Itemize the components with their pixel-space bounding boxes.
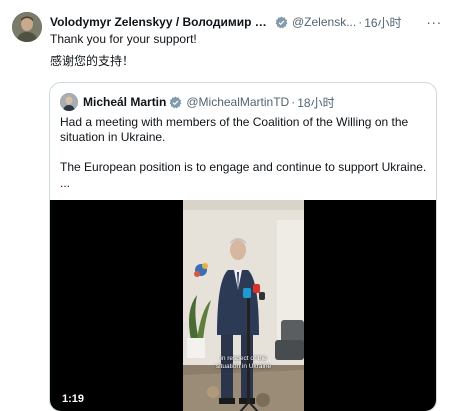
tweet-header: Volodymyr Zelenskyy / Володимир Зел... @… (50, 13, 442, 31)
quoted-text-para1: Had a meeting with members of the Coalit… (60, 115, 409, 144)
author-handle[interactable]: @Zelensk... (292, 15, 356, 29)
quoted-text-ellipsis: ... (60, 176, 71, 190)
video-player[interactable]: in respect of the situation in Ukraine 1… (50, 200, 436, 411)
video-duration: 1:19 (62, 393, 85, 405)
more-icon[interactable]: ··· (426, 14, 442, 30)
quoted-author-name[interactable]: Micheál Martin (83, 95, 166, 109)
tweet-text-line2: 感谢您的支持！ (50, 54, 135, 68)
quoted-author-handle[interactable]: @MichealMartinTD (186, 95, 289, 109)
video-caption: in respect of the situation in Ukraine (183, 355, 304, 371)
video-scene (183, 200, 304, 411)
quoted-tweet[interactable]: Micheál Martin @MichealMartinTD · 18小时 H… (49, 82, 437, 411)
tweet[interactable]: Volodymyr Zelenskyy / Володимир Зел... @… (0, 0, 451, 411)
author-avatar[interactable] (12, 12, 42, 42)
author-name[interactable]: Volodymyr Zelenskyy / Володимир Зел... (50, 15, 272, 29)
tweet-text-line1: Thank you for your support! (50, 32, 197, 46)
verified-badge-icon (275, 16, 288, 29)
quoted-time[interactable]: 18小时 (297, 94, 334, 111)
quoted-text-para2: The European position is to engage and c… (60, 160, 427, 174)
tweet-time[interactable]: 16小时 (364, 14, 401, 31)
video-frame[interactable]: in respect of the situation in Ukraine (183, 200, 304, 411)
verified-badge-icon (169, 96, 182, 109)
quoted-avatar[interactable] (60, 93, 78, 111)
video-caption-line2: situation in Ukraine (215, 363, 272, 370)
quoted-header: Micheál Martin @MichealMartinTD · 18小时 (60, 93, 335, 111)
video-caption-line1: in respect of the (220, 355, 267, 362)
separator-dot: · (291, 95, 296, 109)
separator-dot: · (358, 15, 363, 29)
